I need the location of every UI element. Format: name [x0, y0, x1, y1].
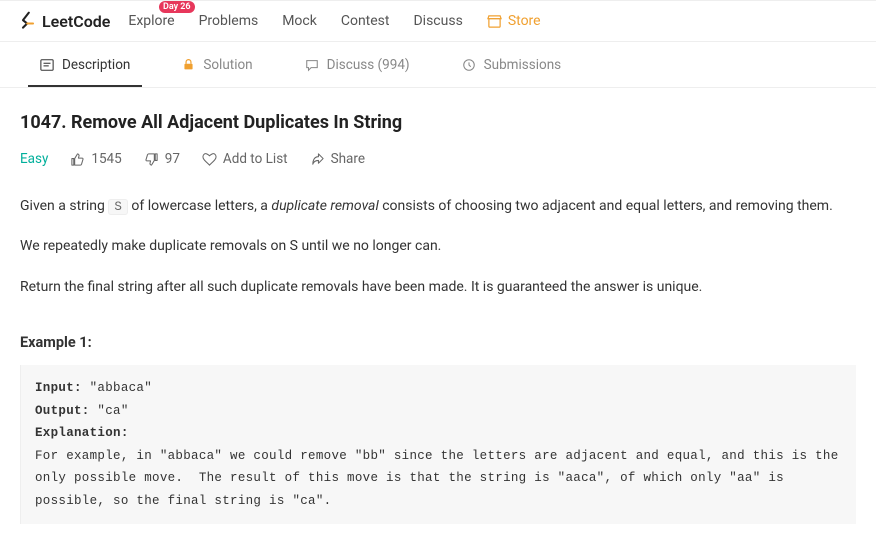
add-to-list-button[interactable]: Add to List — [202, 151, 288, 167]
tab-description[interactable]: Description — [14, 42, 156, 87]
problem-tabs: Description Solution Discuss (994) Submi… — [0, 42, 876, 88]
example-input-value: "abbaca" — [90, 381, 152, 395]
comment-icon — [305, 58, 319, 72]
p1-text-c: consists of choosing two adjacent and eq… — [379, 198, 833, 214]
top-nav: LeetCode Explore Day 26 Problems Mock Co… — [0, 0, 876, 42]
description-p3: Return the final string after all such d… — [20, 276, 856, 298]
dislike-count: 97 — [165, 151, 180, 167]
description-icon — [40, 58, 54, 72]
example-output-value: "ca" — [97, 404, 128, 418]
tab-solution[interactable]: Solution — [156, 42, 278, 87]
example-output-label: Output: — [35, 404, 97, 418]
like-button[interactable]: 1545 — [70, 151, 121, 167]
example-explanation-text: For example, in "abbaca" we could remove… — [35, 449, 846, 508]
tab-submissions-label: Submissions — [484, 57, 562, 73]
clock-icon — [462, 58, 476, 72]
p1-text-a: Given a string — [20, 198, 108, 214]
leetcode-logo-icon — [18, 11, 38, 31]
thumbs-up-icon — [70, 152, 85, 167]
share-button[interactable]: Share — [310, 151, 365, 167]
difficulty-tag: Easy — [20, 151, 48, 167]
description-p2: We repeatedly make duplicate removals on… — [20, 235, 856, 257]
nav-discuss[interactable]: Discuss — [413, 13, 462, 29]
p1-code: S — [108, 199, 128, 215]
logo-text: LeetCode — [42, 12, 110, 31]
example-input-label: Input: — [35, 381, 90, 395]
example-label: Example 1: — [20, 334, 856, 351]
nav-store-label: Store — [508, 13, 541, 29]
nav-mock[interactable]: Mock — [282, 13, 317, 29]
like-count: 1545 — [91, 151, 121, 167]
nav-problems[interactable]: Problems — [199, 13, 259, 29]
heart-icon — [202, 152, 217, 167]
store-icon — [487, 14, 502, 29]
nav-store[interactable]: Store — [487, 13, 541, 29]
tab-submissions[interactable]: Submissions — [436, 42, 588, 87]
problem-title: 1047. Remove All Adjacent Duplicates In … — [20, 112, 856, 133]
problem-content: 1047. Remove All Adjacent Duplicates In … — [0, 88, 876, 548]
problem-meta: Easy 1545 97 Add to List Share — [20, 151, 856, 167]
day-badge: Day 26 — [159, 1, 195, 13]
nav-explore[interactable]: Explore Day 26 — [128, 13, 174, 29]
tab-description-label: Description — [62, 57, 130, 73]
share-icon — [310, 152, 325, 167]
thumbs-down-icon — [144, 152, 159, 167]
lock-icon — [182, 58, 195, 71]
tab-discuss-label: Discuss (994) — [327, 57, 410, 73]
example-block: Input: "abbaca" Output: "ca" Explanation… — [20, 365, 856, 524]
tab-solution-label: Solution — [203, 57, 252, 73]
nav-contest[interactable]: Contest — [341, 13, 390, 29]
dislike-button[interactable]: 97 — [144, 151, 180, 167]
p1-italic: duplicate removal — [271, 198, 378, 214]
share-label: Share — [331, 151, 365, 167]
add-to-list-label: Add to List — [223, 151, 288, 167]
nav-explore-label: Explore — [128, 13, 174, 29]
description-p1: Given a string S of lowercase letters, a… — [20, 195, 856, 217]
example-explanation-label: Explanation: — [35, 426, 136, 440]
tab-discuss[interactable]: Discuss (994) — [279, 42, 436, 87]
p1-text-b: of lowercase letters, a — [128, 198, 272, 214]
logo[interactable]: LeetCode — [18, 11, 110, 31]
